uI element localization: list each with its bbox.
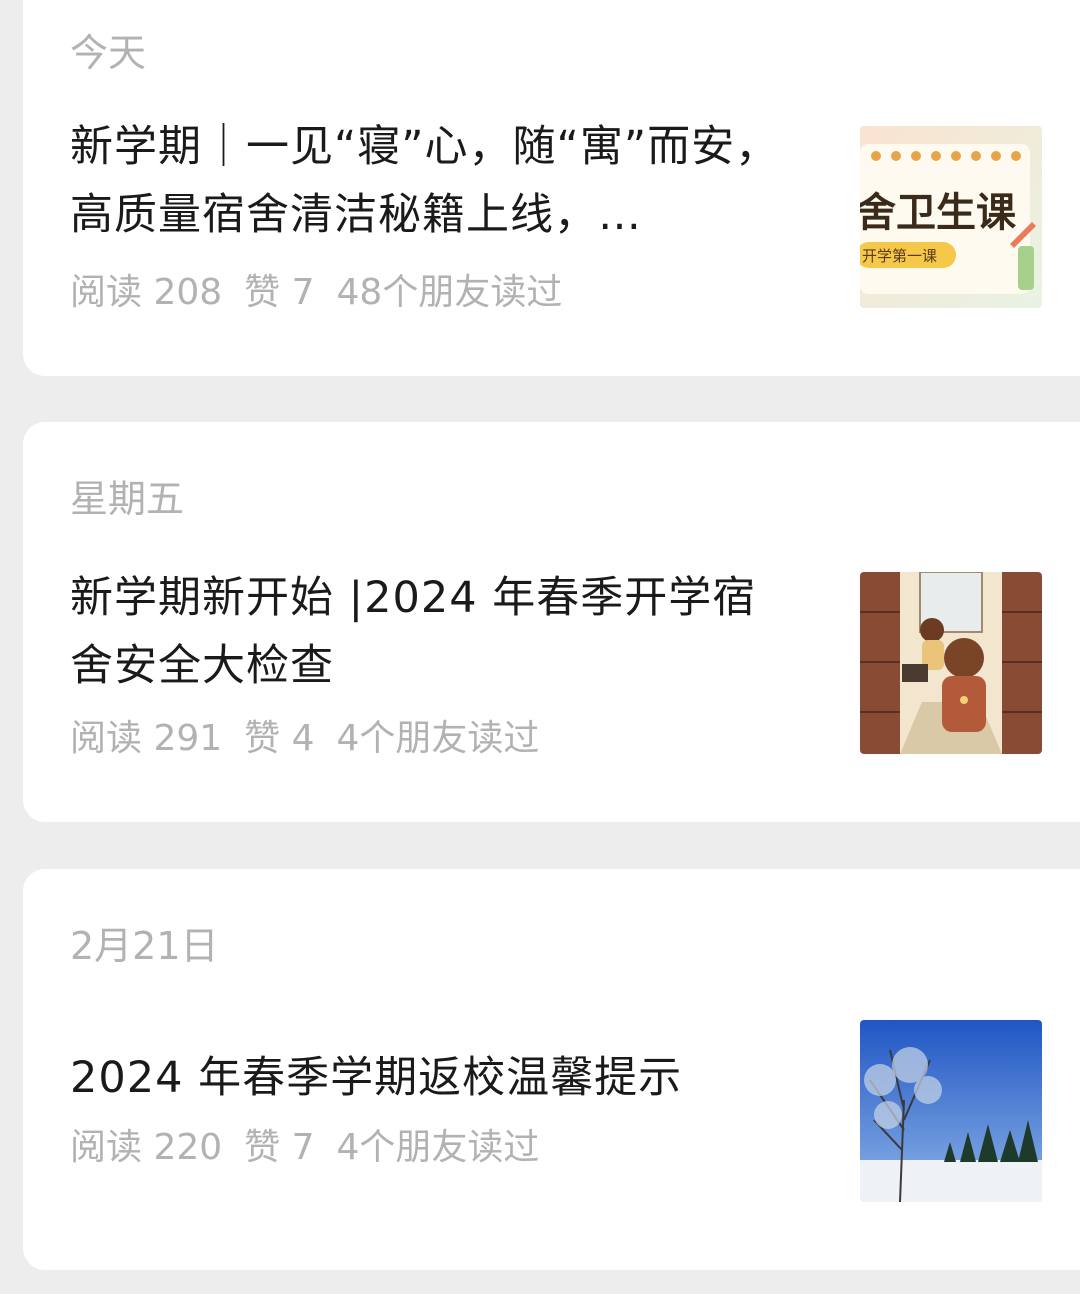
thumb-headline: 舍卫生课 [860,190,1017,236]
friends-read: 48个朋友读过 [336,272,563,313]
article-date: 2月21日 [70,924,219,968]
article-thumbnail[interactable] [860,572,1042,754]
read-count: 阅读 291 [70,718,223,759]
winter-scene-image [860,1020,1042,1202]
like-count: 赞 7 [244,272,315,313]
read-count: 阅读 220 [70,1127,223,1168]
article-thumbnail[interactable] [860,1020,1042,1202]
article-card[interactable]: 今天 新学期｜一见“寝”心，随“寓”而安，高质量宿舍清洁秘籍上线，… 阅读 20… [23,0,1080,376]
article-date: 星期五 [70,477,185,521]
article-card[interactable]: 2月21日 2024 年春季学期返校温馨提示 阅读 220 赞 7 4个朋友读过 [23,869,1080,1270]
friends-read: 4个朋友读过 [336,718,540,759]
article-title[interactable]: 新学期｜一见“寝”心，随“寓”而安，高质量宿舍清洁秘籍上线，… [70,113,800,249]
article-stats: 阅读 220 赞 7 4个朋友读过 [70,1125,561,1171]
dorm-room-illustration [860,572,1042,754]
article-date: 今天 [70,31,147,75]
like-count: 赞 7 [244,1127,315,1168]
like-count: 赞 4 [244,718,315,759]
article-card[interactable]: 星期五 新学期新开始 |2024 年春季开学宿舍安全大检查 阅读 291 赞 4 4… [23,422,1080,822]
friends-read: 4个朋友读过 [336,1127,540,1168]
article-thumbnail[interactable]: 舍卫生课 开学第一课 [860,126,1042,308]
article-title[interactable]: 新学期新开始 |2024 年春季开学宿舍安全大检查 [70,564,800,700]
read-count: 阅读 208 [70,272,223,313]
article-title[interactable]: 2024 年春季学期返校温馨提示 [70,1044,800,1112]
article-stats: 阅读 208 赞 7 48个朋友读过 [70,270,584,316]
hygiene-class-image: 舍卫生课 开学第一课 [860,126,1042,308]
thumb-tag: 开学第一课 [862,247,937,265]
article-stats: 阅读 291 赞 4 4个朋友读过 [70,716,561,762]
